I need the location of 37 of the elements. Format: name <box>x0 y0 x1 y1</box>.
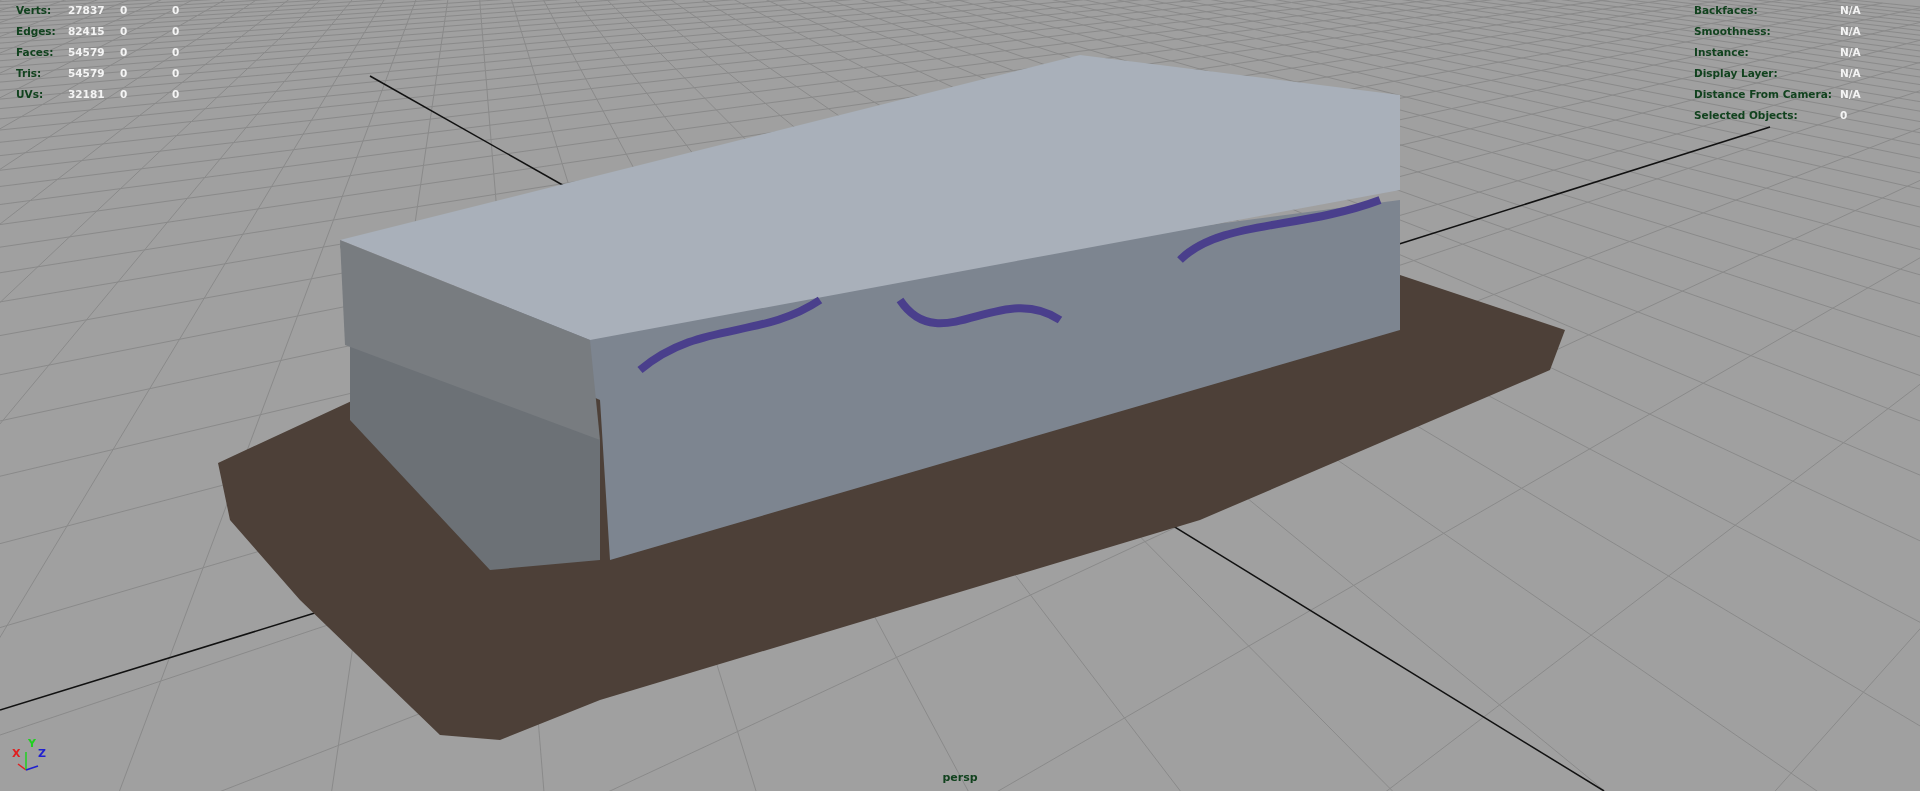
stone-bench-model-drawing[interactable] <box>218 55 1565 740</box>
info-value: N/A <box>1840 24 1862 39</box>
stat-label: Faces: <box>16 45 55 60</box>
info-value: 0 <box>1840 108 1849 123</box>
info-label: Smoothness: <box>1694 24 1772 39</box>
camera-label: persp <box>942 771 978 785</box>
info-label: Selected Objects: <box>1694 108 1799 123</box>
info-label: Backfaces: <box>1694 3 1759 18</box>
stat-label: Verts: <box>16 3 53 18</box>
stat-value: 0 <box>120 87 129 102</box>
stat-label: Edges: <box>16 24 57 39</box>
info-value: N/A <box>1840 3 1862 18</box>
stat-value: 54579 <box>68 45 106 60</box>
info-label: Distance From Camera: <box>1694 87 1833 102</box>
info-label: Instance: <box>1694 45 1750 60</box>
stat-value: 0 <box>172 24 181 39</box>
stat-value: 27837 <box>68 3 106 18</box>
info-value: N/A <box>1840 66 1862 81</box>
stat-value: 0 <box>172 87 181 102</box>
stat-value: 0 <box>120 24 129 39</box>
stat-value: 82415 <box>68 24 106 39</box>
stat-value: 0 <box>172 45 181 60</box>
axis-label: X <box>12 748 21 760</box>
stat-value: 0 <box>120 45 129 60</box>
stat-value: 0 <box>120 66 129 81</box>
stat-value: 32181 <box>68 87 106 102</box>
info-value: N/A <box>1840 87 1862 102</box>
axis-label: Z <box>38 748 46 760</box>
stat-label: Tris: <box>16 66 43 81</box>
stat-value: 0 <box>120 3 129 18</box>
info-label: Display Layer: <box>1694 66 1779 81</box>
stat-value: 0 <box>172 66 181 81</box>
stat-value: 0 <box>172 3 181 18</box>
stat-value: 54579 <box>68 66 106 81</box>
stat-label: UVs: <box>16 87 45 102</box>
axis-label: Y <box>28 738 36 750</box>
info-value: N/A <box>1840 45 1862 60</box>
